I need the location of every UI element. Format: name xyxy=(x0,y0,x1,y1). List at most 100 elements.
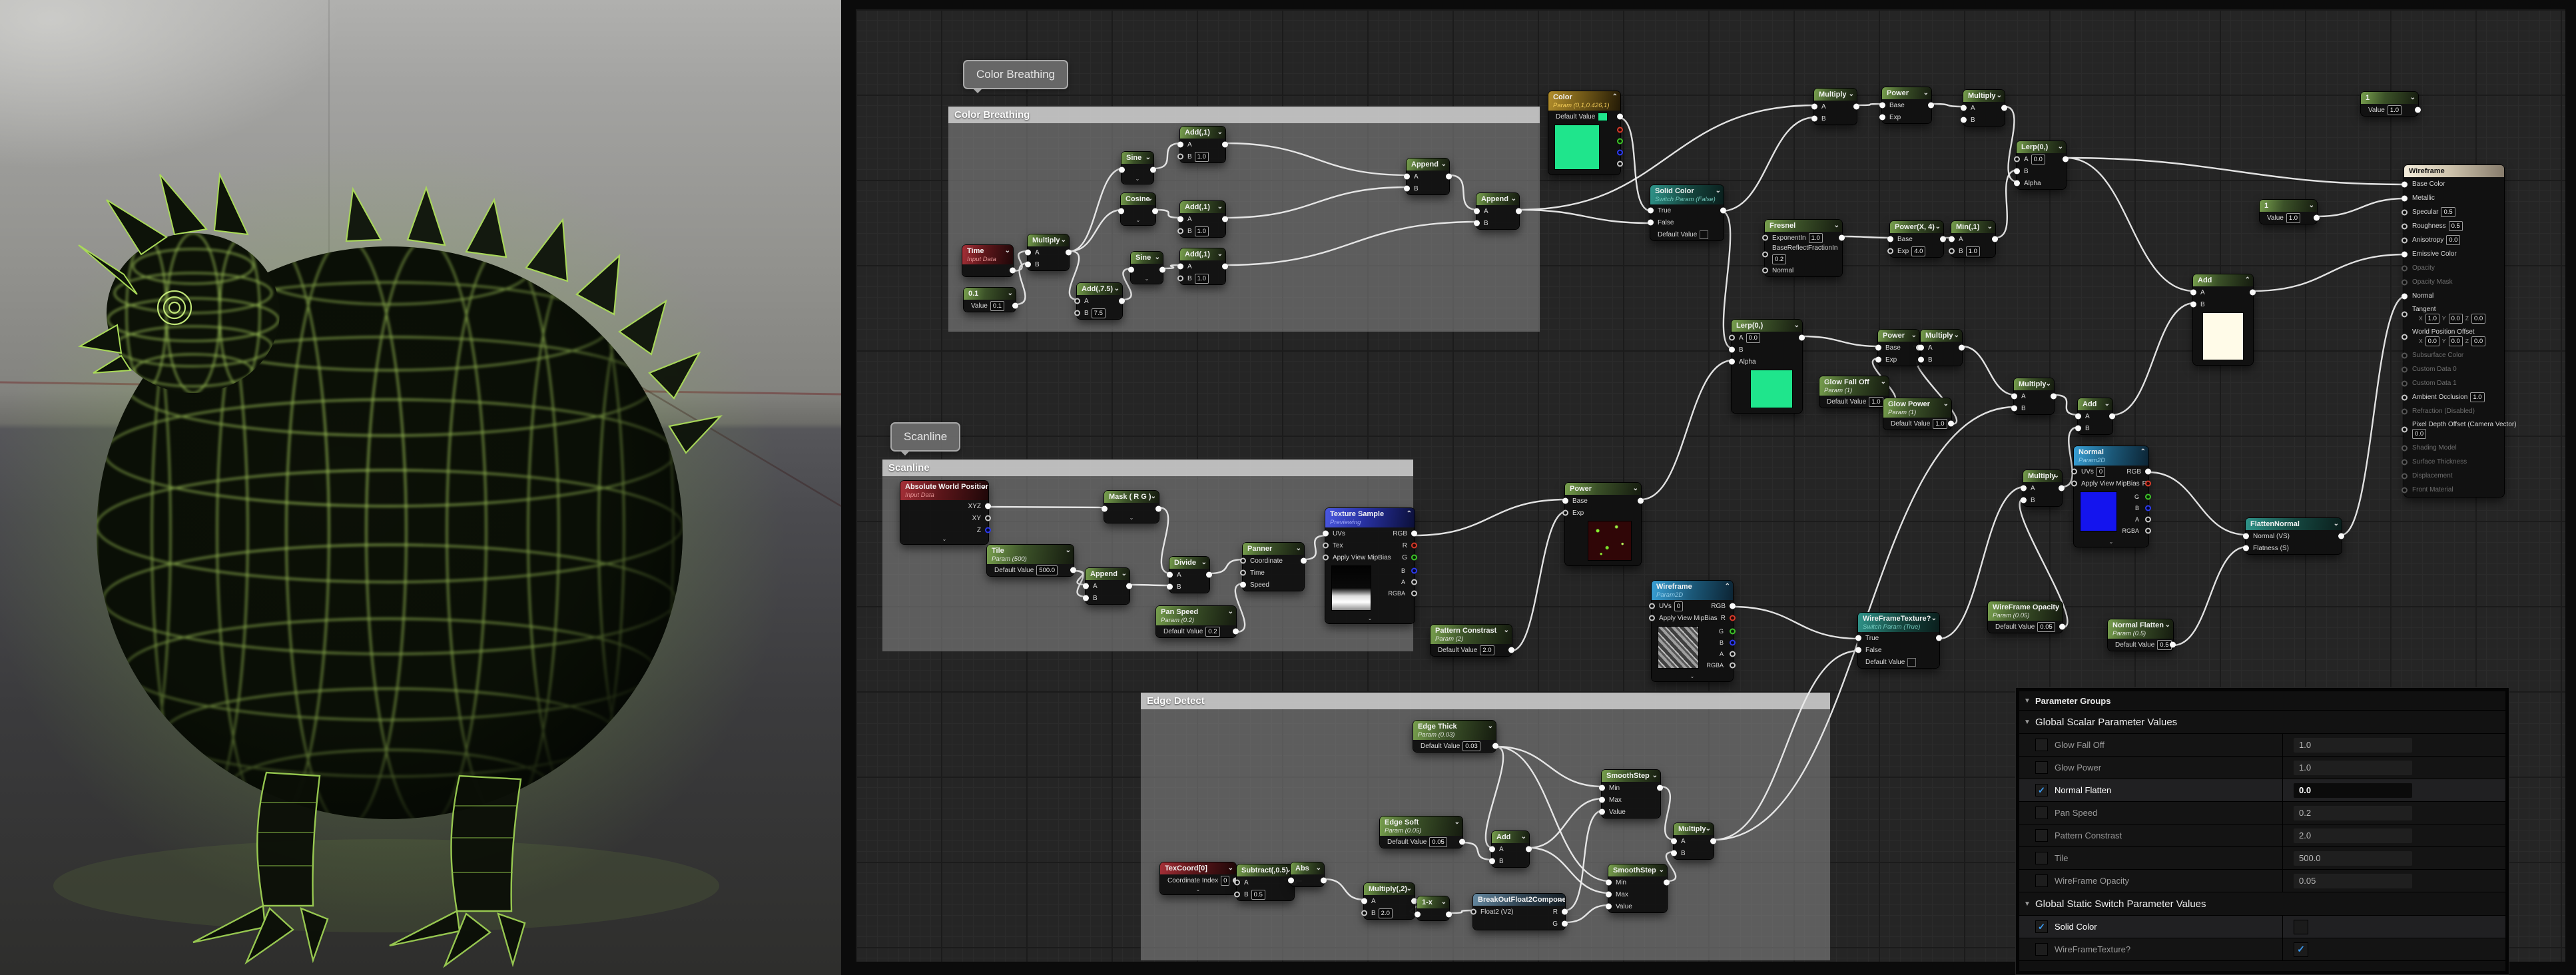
output-pin[interactable] xyxy=(2145,516,2151,522)
input-pin[interactable] xyxy=(2243,545,2249,551)
collapse-icon[interactable]: ⌃ xyxy=(1407,509,1412,519)
node-wireframe-texture-switch[interactable]: WireFrameTexture?Switch Param (True)⌄Tru… xyxy=(1858,613,1939,668)
expand-icon[interactable]: ⌄ xyxy=(2334,519,2339,529)
input-pin[interactable] xyxy=(1875,357,1881,363)
expand-icon[interactable]: ⌄ xyxy=(1155,253,1160,262)
value-box[interactable]: 0 xyxy=(1674,601,1683,611)
input-pin[interactable] xyxy=(1855,647,1861,653)
input-pin[interactable] xyxy=(1918,345,1924,351)
node-smoothstep-2[interactable]: SmoothStep⌄MinMaxValue xyxy=(1608,864,1667,912)
input-pin[interactable] xyxy=(1671,838,1677,844)
input-pin[interactable] xyxy=(1404,174,1410,180)
node-multiply-2[interactable]: Multiply(,2)⌄AB2.0 xyxy=(1364,883,1415,919)
node-multiply-low[interactable]: Multiply⌄AB xyxy=(2023,470,2062,506)
override-checkbox[interactable]: ✓ xyxy=(2035,784,2048,797)
expand-icon[interactable]: ⌄ xyxy=(1145,153,1151,162)
node-wireframe-opacity-param[interactable]: WireFrame OpacityParam (0.05)⌄Default Va… xyxy=(1988,601,2063,633)
expand-icon[interactable]: ⌄ xyxy=(1316,864,1321,873)
value-box[interactable]: 0.0 xyxy=(1746,333,1760,343)
output-pin[interactable] xyxy=(1853,104,1859,110)
input-pin[interactable] xyxy=(2402,195,2408,201)
input-pin[interactable] xyxy=(1361,898,1367,904)
override-checkbox[interactable] xyxy=(2035,829,2048,842)
expand-icon[interactable]: ⌄ xyxy=(1849,90,1854,99)
output-pin[interactable] xyxy=(1411,531,1417,537)
input-pin[interactable] xyxy=(1474,208,1480,214)
input-pin[interactable] xyxy=(1918,357,1924,363)
input-pin[interactable] xyxy=(2014,168,2020,174)
output-pin[interactable] xyxy=(1617,138,1623,144)
input-pin[interactable] xyxy=(2402,312,2408,318)
node-texcoord-0[interactable]: TexCoord[0]⌄Coordinate Index0⌄ xyxy=(1160,862,1236,894)
override-checkbox[interactable] xyxy=(2035,874,2048,887)
expand-icon[interactable]: ⌄ xyxy=(1488,722,1493,731)
node-color-param[interactable]: ColorParam (0,1,0.426,1)⌃Default Value xyxy=(1548,91,1620,174)
input-pin[interactable] xyxy=(2071,481,2077,487)
output-pin[interactable] xyxy=(1152,208,1158,214)
expand-icon[interactable]: ⌄ xyxy=(1008,289,1013,298)
node-multiply-top-2[interactable]: Multiply⌄AB xyxy=(1963,90,2005,126)
output-pin[interactable] xyxy=(2051,394,2057,400)
value-box[interactable]: 0.2 xyxy=(1772,254,1786,264)
input-pin[interactable] xyxy=(1470,909,1476,915)
input-pin[interactable] xyxy=(1729,347,1735,353)
node-one-minus-x[interactable]: 1-x⌄ xyxy=(1417,896,1449,920)
input-pin[interactable] xyxy=(1729,359,1735,365)
output-pin[interactable] xyxy=(2145,469,2151,475)
param-row[interactable]: ✓Normal Flatten0.0 xyxy=(2019,779,2505,802)
expand-footer[interactable]: ⌄ xyxy=(1131,276,1163,284)
collapse-icon[interactable]: ⌃ xyxy=(1612,93,1618,102)
expand-icon[interactable]: ⌄ xyxy=(1935,222,1941,232)
param-value-field[interactable]: 0.2 xyxy=(2294,806,2412,820)
output-pin[interactable] xyxy=(2338,533,2344,539)
expand-icon[interactable]: ⌄ xyxy=(2058,143,2063,152)
value-box[interactable]: 0.0 xyxy=(2425,336,2439,346)
input-pin[interactable] xyxy=(1074,310,1080,316)
input-pin[interactable] xyxy=(1887,236,1893,242)
comment-bubble-scanline[interactable]: Scanline xyxy=(890,422,960,452)
input-pin[interactable] xyxy=(2402,293,2408,299)
override-checkbox[interactable]: ✓ xyxy=(2035,920,2048,933)
preview-viewport[interactable] xyxy=(0,0,841,975)
collapse-triangle-icon[interactable]: ▼ xyxy=(2019,719,2035,726)
expand-icon[interactable]: ⌄ xyxy=(1834,221,1839,230)
expand-icon[interactable]: ⌄ xyxy=(1296,544,1301,553)
param-value-checkbox[interactable] xyxy=(2294,920,2308,934)
output-pin[interactable] xyxy=(1411,543,1417,549)
input-pin[interactable] xyxy=(2243,533,2249,539)
node-panner[interactable]: Panner⌄CoordinateTimeSpeed xyxy=(1243,543,1304,591)
expand-footer[interactable]: ⌄ xyxy=(1104,515,1159,523)
input-pin[interactable] xyxy=(1599,797,1605,803)
output-pin[interactable] xyxy=(1710,838,1716,844)
output-pin[interactable] xyxy=(2415,107,2421,113)
output-pin[interactable] xyxy=(1411,555,1417,561)
output-pin[interactable] xyxy=(1206,572,1212,578)
node-flatten-normal[interactable]: FlattenNormal⌄Normal (VS)Flatness (S) xyxy=(2246,518,2342,554)
output-pin[interactable] xyxy=(1070,567,1076,573)
output-pin[interactable] xyxy=(1562,909,1568,915)
output-pin[interactable] xyxy=(1617,149,1623,155)
output-pin[interactable] xyxy=(2145,505,2151,511)
input-pin[interactable] xyxy=(1489,846,1495,852)
node-wireframe-tex-param2d[interactable]: WireframeParam2D⌃UVs0RGBApply View MipBi… xyxy=(1652,581,1733,681)
value-box[interactable]: 4.0 xyxy=(1911,246,1925,256)
output-pin[interactable] xyxy=(1928,103,1934,109)
input-pin[interactable] xyxy=(2402,380,2408,386)
expand-icon[interactable]: ⌄ xyxy=(1504,626,1509,635)
input-pin[interactable] xyxy=(1177,276,1183,282)
expand-icon[interactable]: ⌄ xyxy=(1114,284,1120,294)
default-value-checkbox[interactable] xyxy=(1700,230,1708,239)
input-pin[interactable] xyxy=(2402,237,2408,243)
comment-bubble-color-breathing[interactable]: Color Breathing xyxy=(963,60,1068,89)
output-pin[interactable] xyxy=(1617,127,1623,133)
expand-footer[interactable]: ⌄ xyxy=(2074,539,2148,547)
node-min-1[interactable]: Min(,1)⌄AB1.0 xyxy=(1951,221,1995,257)
input-pin[interactable] xyxy=(1949,236,1955,242)
value-box[interactable]: 2.0 xyxy=(1379,908,1393,918)
value-box[interactable]: 1.0 xyxy=(1869,397,1883,407)
output-pin[interactable] xyxy=(1936,635,1942,641)
node-power-top[interactable]: Power⌄BaseExp xyxy=(1882,87,1931,123)
input-pin[interactable] xyxy=(2402,251,2408,257)
input-pin[interactable] xyxy=(1167,572,1173,578)
output-pin[interactable] xyxy=(1150,167,1156,173)
